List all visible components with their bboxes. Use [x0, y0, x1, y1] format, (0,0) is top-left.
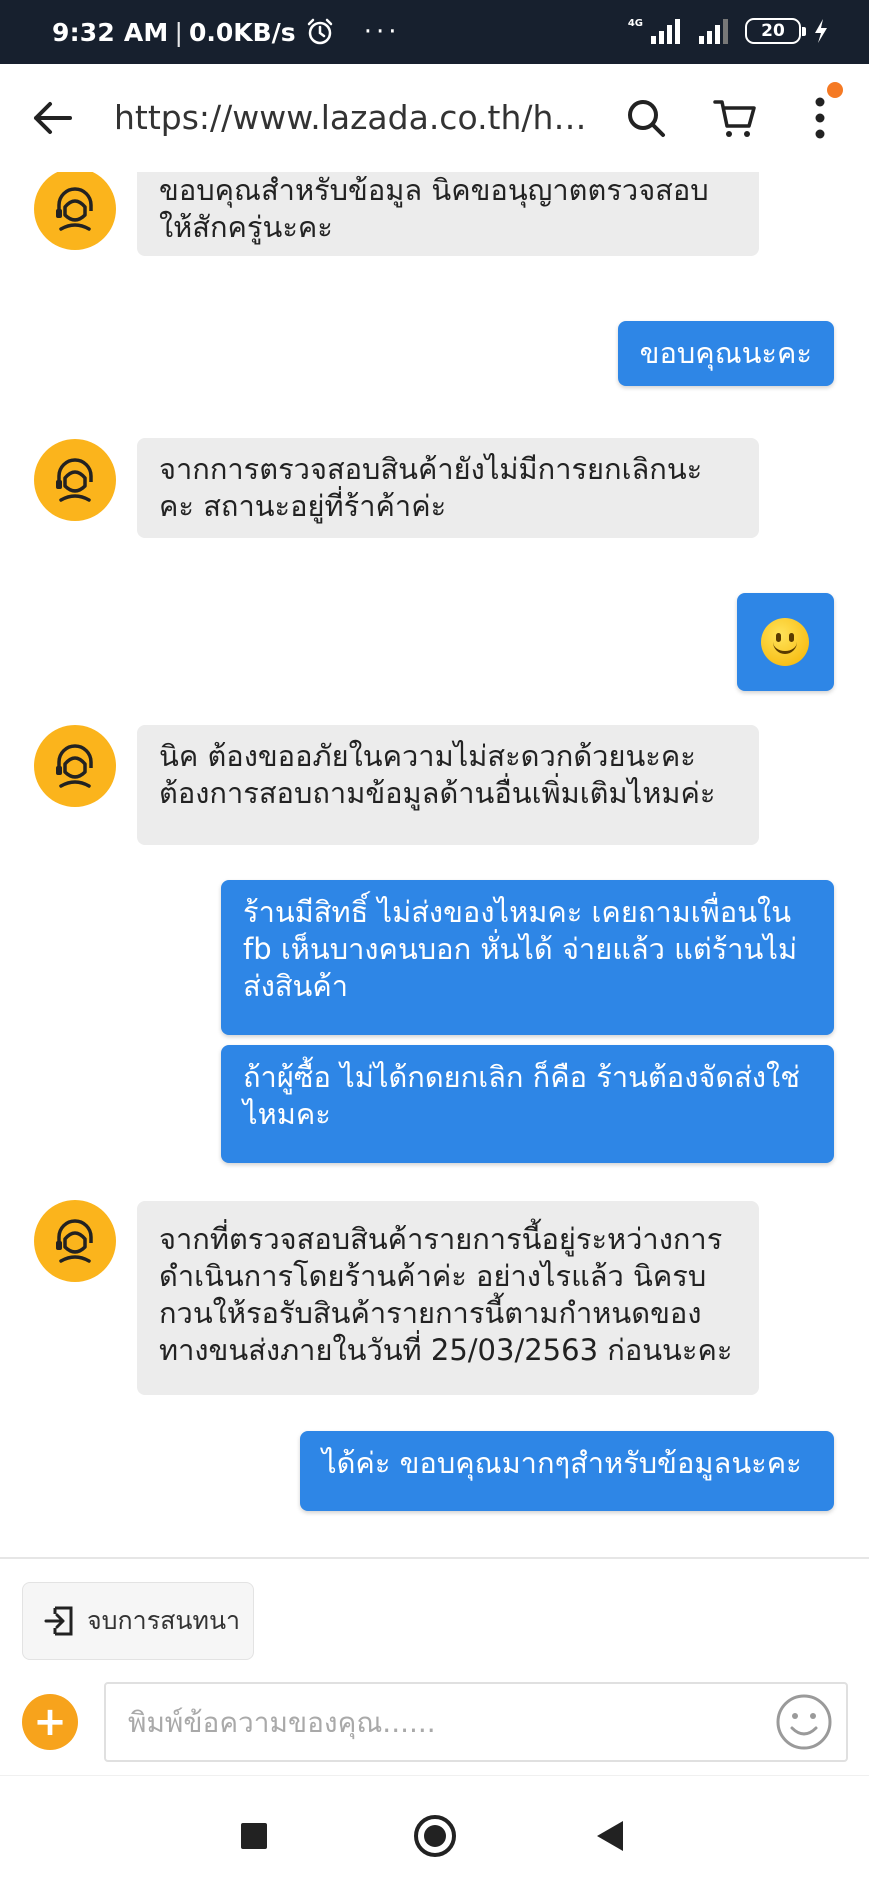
status-right: 4G 20 [628, 18, 829, 44]
url-bar[interactable]: https://www.lazada.co.th/hel... [114, 98, 598, 137]
system-navigation-bar [0, 1775, 869, 1883]
message-text: จากการตรวจสอบสินค้ายังไม่มีการยกเลิกนะคะ… [159, 452, 703, 523]
agent-headset-icon [56, 187, 93, 231]
signal-icon-2 [699, 19, 728, 44]
message-text: ได้ค่ะ ขอบคุณมากๆสำหรับข้อมูลนะคะ [322, 1446, 802, 1480]
agent-message: จากที่ตรวจสอบสินค้ารายการนี้อยู่ระหว่างก… [137, 1201, 759, 1395]
search-icon[interactable] [626, 98, 666, 138]
user-message: ขอบคุณนะคะ [617, 321, 834, 386]
system-back-icon[interactable] [597, 1821, 623, 1851]
home-icon[interactable] [414, 1815, 456, 1857]
agent-message: จากการตรวจสอบสินค้ายังไม่มีการยกเลิกนะคะ… [137, 438, 759, 538]
emoji-icon[interactable] [774, 1692, 834, 1752]
user-message: ได้ค่ะ ขอบคุณมากๆสำหรับข้อมูลนะคะ [300, 1431, 834, 1511]
agent-headset-icon [56, 458, 93, 502]
user-message: ร้านมีสิทธิ์ ไม่ส่งของไหมคะ เคยถามเพื่อน… [221, 880, 834, 1035]
chat-thread[interactable]: ขอบคุณสำหรับข้อมูล นิคขอนุญาตตรวจสอบให้ส… [0, 172, 869, 1557]
status-separator: | [174, 17, 183, 47]
message-text: ถ้าผู้ซื้อ ไม่ได้กดยกเลิก ก็คือ ร้านต้อง… [243, 1060, 800, 1131]
end-chat-button[interactable]: จบการสนทนา [22, 1582, 254, 1660]
add-attachment-button[interactable]: + [22, 1694, 78, 1750]
message-text: ขอบคุณนะคะ [639, 336, 812, 370]
message-text: ขอบคุณสำหรับข้อมูล นิคขอนุญาตตรวจสอบให้ส… [159, 173, 709, 244]
agent-avatar [34, 439, 116, 521]
browser-toolbar: https://www.lazada.co.th/hel... [0, 64, 869, 172]
agent-avatar [34, 725, 116, 807]
agent-avatar [34, 1200, 116, 1282]
agent-message: นิค ต้องขออภัยในความไม่สะดวกด้วยนะคะ ต้อ… [137, 725, 759, 845]
smiley-emoji-icon [761, 618, 809, 666]
back-arrow-icon[interactable] [30, 96, 74, 140]
notification-dot [827, 82, 843, 98]
message-text: ร้านมีสิทธิ์ ไม่ส่งของไหมคะ เคยถามเพื่อน… [243, 895, 798, 1003]
composer-divider [0, 1557, 869, 1559]
more-menu-icon[interactable] [800, 94, 840, 142]
battery-icon: 20 [745, 18, 806, 44]
more-notifications-icon: ··· [363, 17, 401, 47]
agent-avatar [34, 172, 116, 250]
user-message [737, 593, 834, 691]
message-text: จากที่ตรวจสอบสินค้ารายการนี้อยู่ระหว่างก… [159, 1222, 733, 1367]
agent-message: ขอบคุณสำหรับข้อมูล นิคขอนุญาตตรวจสอบให้ส… [137, 172, 759, 256]
agent-headset-icon [56, 744, 93, 788]
status-time: 9:32 AM [52, 17, 169, 47]
charging-icon [815, 19, 827, 43]
network-type: 4G [627, 17, 643, 29]
status-bar: 9:32 AM | 0.0KB/s ··· 4G 20 [0, 0, 869, 64]
battery-level: 20 [761, 21, 785, 41]
cart-icon[interactable] [713, 96, 757, 140]
exit-icon [44, 1606, 73, 1636]
recent-apps-icon[interactable] [241, 1823, 267, 1849]
signal-icon [651, 19, 680, 44]
alarm-icon [307, 18, 332, 45]
end-chat-label: จบการสนทนา [87, 1606, 241, 1635]
message-text: นิค ต้องขออภัยในความไม่สะดวกด้วยนะคะ ต้อ… [159, 739, 716, 810]
agent-headset-icon [56, 1219, 93, 1263]
message-input[interactable] [104, 1682, 848, 1762]
network-speed: 0.0KB/s [188, 17, 296, 47]
user-message: ถ้าผู้ซื้อ ไม่ได้กดยกเลิก ก็คือ ร้านต้อง… [221, 1045, 834, 1163]
